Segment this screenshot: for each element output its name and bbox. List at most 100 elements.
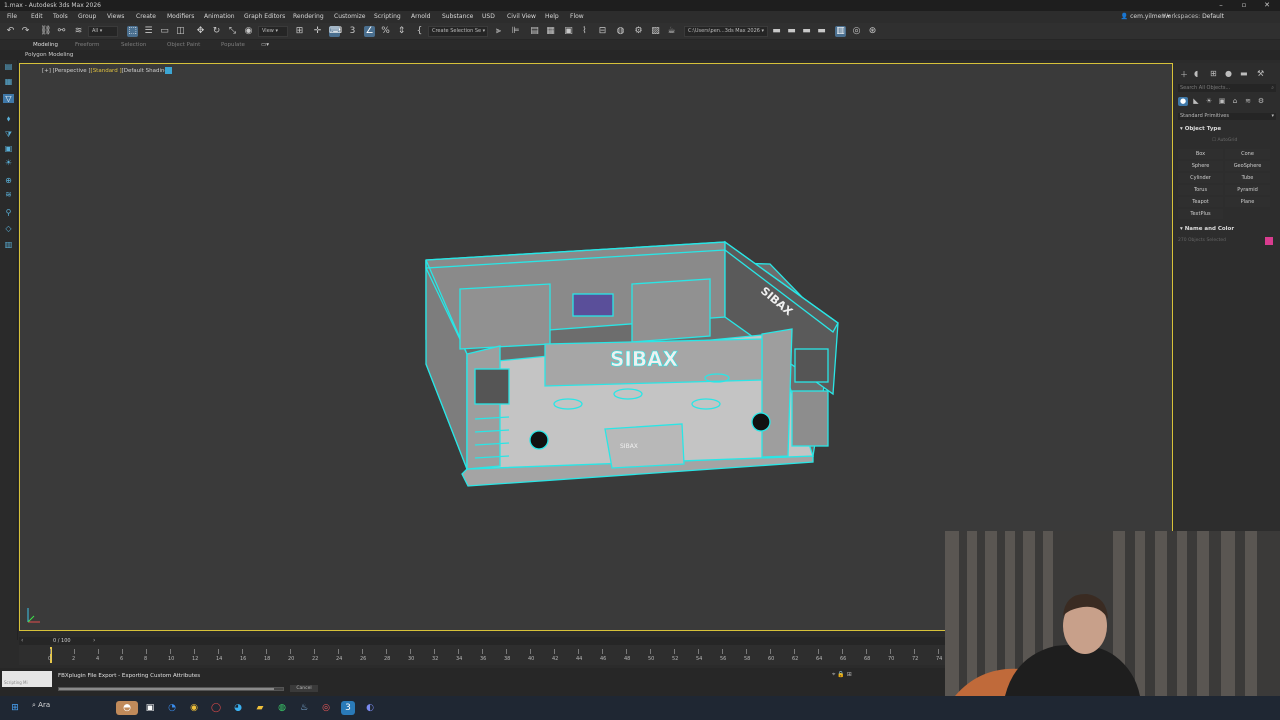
unlink-icon[interactable]: ⚯: [56, 26, 67, 37]
menu-group[interactable]: Group: [78, 13, 96, 20]
helper-side-icon[interactable]: ⊕: [3, 176, 14, 185]
viewport-layout-icon[interactable]: ▥: [835, 26, 846, 37]
maximize-icon[interactable]: ▫: [1233, 0, 1255, 11]
selection-filter-dropdown[interactable]: All ▾: [88, 26, 118, 37]
ribbon-panel-label[interactable]: Polygon Modeling: [25, 52, 73, 58]
display-tab-icon[interactable]: ▬: [1240, 69, 1248, 78]
placement-icon[interactable]: ◉: [243, 26, 254, 37]
ribbon-tab-freeform[interactable]: Freeform: [75, 42, 100, 48]
project-icon-4[interactable]: ▬: [816, 26, 827, 37]
menu-flow[interactable]: Flow: [570, 13, 584, 20]
menu-rendering[interactable]: Rendering: [293, 13, 324, 20]
rectangular-selection-icon[interactable]: ▭: [159, 26, 170, 37]
curve-editor-icon[interactable]: ⌇: [579, 26, 590, 37]
rotate-icon[interactable]: ↻: [211, 26, 222, 37]
create-tab-icon[interactable]: ＋: [1180, 69, 1188, 80]
pyramid-button[interactable]: Pyramid: [1225, 185, 1270, 195]
toggle-ribbon-icon[interactable]: ▣: [563, 26, 574, 37]
align-icon[interactable]: ⊫: [510, 26, 521, 37]
torus-button[interactable]: Torus: [1178, 185, 1223, 195]
project-icon-3[interactable]: ▬: [801, 26, 812, 37]
schematic-view-icon[interactable]: ⊟: [597, 26, 608, 37]
move-icon[interactable]: ✥: [195, 26, 206, 37]
menu-civil-view[interactable]: Civil View: [507, 13, 536, 20]
utilities-tab-icon[interactable]: ⚒: [1257, 69, 1264, 78]
autodesk-assistant-icon[interactable]: ⊛: [867, 26, 878, 37]
object-color-swatch[interactable]: [1265, 237, 1273, 245]
minimize-icon[interactable]: –: [1210, 0, 1232, 11]
menu-views[interactable]: Views: [107, 13, 124, 20]
container-side-icon[interactable]: ▥: [3, 240, 14, 249]
spacewarp-side-icon[interactable]: ≋: [3, 190, 14, 199]
scene-explorer-side-icon[interactable]: ▤: [3, 62, 14, 71]
workspace-selector[interactable]: Workspaces: Default: [1162, 13, 1224, 20]
absolute-mode-icon[interactable]: ⊞: [847, 671, 852, 678]
object-type-rollout[interactable]: ▾ Object Type: [1180, 126, 1221, 132]
object-name-field[interactable]: 270 Objects Selected: [1178, 237, 1263, 245]
track-bar[interactable]: 0 2 4 6 8 10 12 14 16 18 20 22 24 26 28 30 32 34 36 38 40 42 4…: [19, 645, 945, 665]
undo-icon[interactable]: ↶: [5, 26, 16, 37]
ribbon-tab-populate[interactable]: Populate: [221, 42, 245, 48]
teapot-button[interactable]: Teapot: [1178, 197, 1223, 207]
menu-file[interactable]: File: [7, 13, 17, 20]
menu-scripting[interactable]: Scripting: [374, 13, 401, 20]
percent-snap-icon[interactable]: %: [380, 26, 391, 37]
edge-icon[interactable]: ◔: [165, 701, 179, 715]
ribbon-tab-selection[interactable]: Selection: [121, 42, 146, 48]
redo-icon[interactable]: ↷: [20, 26, 31, 37]
mirror-icon[interactable]: ⫸: [493, 26, 504, 37]
sort-side-icon[interactable]: ⬧: [3, 114, 14, 123]
menu-help[interactable]: Help: [545, 13, 559, 20]
menu-customize[interactable]: Customize: [334, 13, 366, 20]
time-slider[interactable]: ‹ 0 / 100 ›: [19, 637, 945, 645]
pivot-center-icon[interactable]: ⊞: [294, 26, 305, 37]
project-icon-1[interactable]: ▬: [771, 26, 782, 37]
time-slider-label[interactable]: 0 / 100: [53, 638, 71, 644]
command-panel-search[interactable]: Search All Objects... ⌕: [1178, 84, 1276, 92]
filter-side-icon[interactable]: ⧩: [3, 130, 14, 139]
menu-modifiers[interactable]: Modifiers: [167, 13, 194, 20]
menu-create[interactable]: Create: [136, 13, 156, 20]
systems-category-icon[interactable]: ⚙: [1256, 97, 1266, 106]
close-icon[interactable]: ✕: [1256, 0, 1278, 11]
geometry-category-icon[interactable]: ●: [1178, 97, 1188, 106]
cancel-button[interactable]: Cancel: [290, 685, 318, 692]
discord-icon[interactable]: ◐: [363, 701, 377, 715]
shapes-category-icon[interactable]: ◣: [1191, 97, 1201, 106]
menu-tools[interactable]: Tools: [53, 13, 68, 20]
lock-icon[interactable]: 🔒: [837, 671, 844, 678]
spinner-snap-icon[interactable]: ⇕: [396, 26, 407, 37]
name-and-color-rollout[interactable]: ▾ Name and Color: [1180, 226, 1234, 232]
cone-button[interactable]: Cone: [1225, 149, 1270, 159]
project-folder-dropdown[interactable]: C:\Users\pen...3ds Max 2026 ▾: [684, 26, 768, 37]
menu-edit[interactable]: Edit: [31, 13, 43, 20]
bone-side-icon[interactable]: ⚲: [3, 208, 14, 217]
chrome-icon[interactable]: ◉: [187, 701, 201, 715]
light-side-icon[interactable]: ☀: [3, 158, 14, 167]
sphere-button[interactable]: Sphere: [1178, 161, 1223, 171]
taskbar-search[interactable]: ⌕ Ara: [32, 701, 50, 710]
autogrid-checkbox[interactable]: ☐ AutoGrid: [1212, 138, 1237, 143]
plane-button[interactable]: Plane: [1225, 197, 1270, 207]
task-view-icon[interactable]: ▣: [143, 701, 157, 715]
bind-space-warp-icon[interactable]: ≋: [73, 26, 84, 37]
window-crossing-icon[interactable]: ◫: [175, 26, 186, 37]
shape-side-icon[interactable]: ◇: [3, 224, 14, 233]
project-icon-2[interactable]: ▬: [786, 26, 797, 37]
menu-usd[interactable]: USD: [482, 13, 495, 20]
menu-graph-editors[interactable]: Graph Editors: [244, 13, 285, 20]
hierarchy-tab-icon[interactable]: ⊞: [1210, 69, 1217, 78]
layer-explorer-icon[interactable]: ▦: [545, 26, 556, 37]
maxscript-listener[interactable]: Scripting Mi: [2, 671, 52, 687]
cylinder-button[interactable]: Cylinder: [1178, 173, 1223, 183]
tube-button[interactable]: Tube: [1225, 173, 1270, 183]
ribbon-options-icon[interactable]: ▭▾: [261, 42, 269, 48]
cameras-category-icon[interactable]: ▣: [1217, 97, 1227, 106]
menu-animation[interactable]: Animation: [204, 13, 235, 20]
select-object-icon[interactable]: ⬚: [127, 26, 138, 37]
menu-arnold[interactable]: Arnold: [411, 13, 430, 20]
spacewarps-category-icon[interactable]: ≋: [1243, 97, 1253, 106]
steam-icon[interactable]: ♨: [297, 701, 311, 715]
reference-coordinate-dropdown[interactable]: View ▾: [258, 26, 288, 37]
menu-substance[interactable]: Substance: [442, 13, 473, 20]
